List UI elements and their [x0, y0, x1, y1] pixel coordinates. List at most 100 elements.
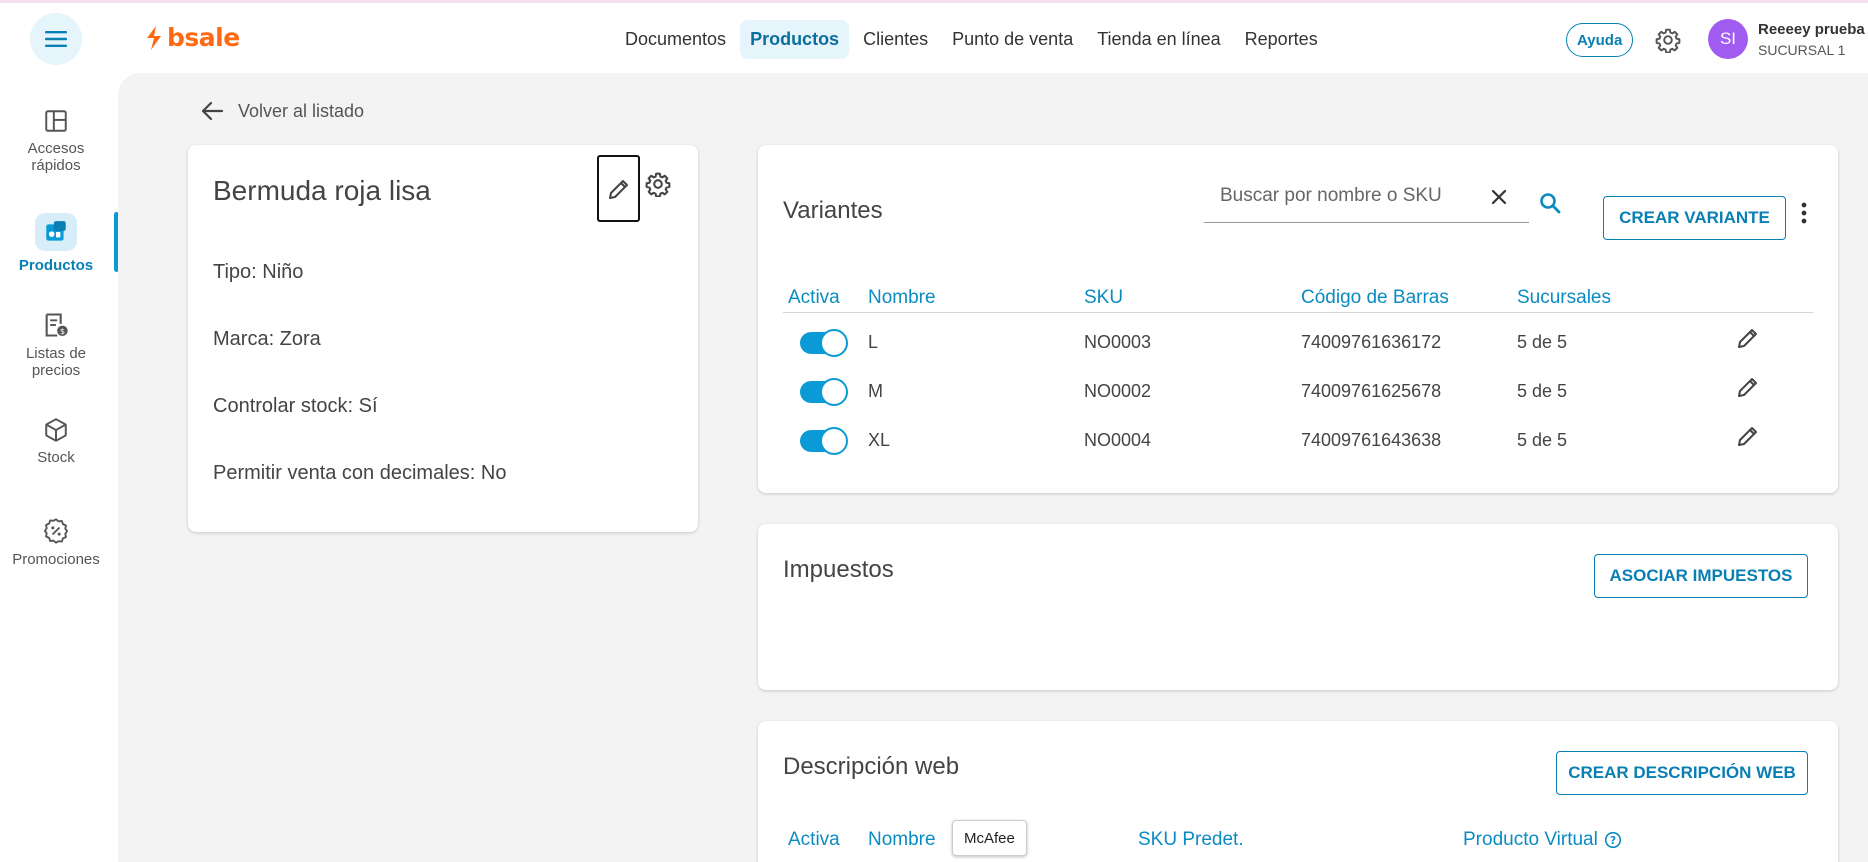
gear-icon: [1655, 28, 1681, 54]
edit-variant-button[interactable]: [1736, 424, 1760, 453]
close-icon: [1491, 189, 1507, 205]
dashboard-icon: [45, 110, 67, 132]
nav-productos[interactable]: Productos: [740, 20, 850, 59]
nav-documentos[interactable]: Documentos: [615, 20, 736, 59]
variant-active-toggle[interactable]: [800, 427, 848, 455]
main-nav: Documentos Productos Clientes Punto de v…: [615, 20, 1328, 59]
variant-barcode: 74009761625678: [1301, 381, 1442, 401]
variant-branches: 5 de 5: [1517, 381, 1568, 401]
product-title: Bermuda roja lisa: [213, 175, 431, 206]
product-decimal-sale: Permitir venta con decimales: No: [213, 462, 507, 484]
help-button[interactable]: Ayuda: [1566, 23, 1634, 57]
column-header-nombre: Nombre: [868, 287, 936, 308]
sidebar-item-accesos-rapidos[interactable]: Accesos rápidos: [0, 108, 112, 174]
edit-product-button[interactable]: [597, 155, 640, 222]
variants-more-button[interactable]: [1800, 201, 1808, 230]
variant-barcode: 74009761636172: [1301, 332, 1442, 352]
hamburger-icon: [45, 31, 67, 47]
sidebar-item-label: Promociones: [12, 551, 100, 568]
column-header-activa: Activa: [788, 287, 840, 308]
product-type: Tipo: Niño: [213, 261, 304, 283]
product-settings-button[interactable]: [645, 171, 671, 202]
variant-search: [1204, 173, 1529, 223]
sidebar: Accesos rápidos Productos $ Listas de pr…: [0, 73, 118, 862]
pencil-icon: [1738, 427, 1757, 446]
user-name[interactable]: Reeeey prueba: [1758, 21, 1865, 38]
variant-branches: 5 de 5: [1517, 430, 1568, 450]
nav-punto-de-venta[interactable]: Punto de venta: [942, 20, 1083, 59]
column-header-sku-predet: SKU Predet.: [1138, 829, 1244, 850]
sidebar-item-label: rápidos: [31, 157, 81, 174]
variant-active-toggle[interactable]: [800, 378, 848, 406]
svg-text:$: $: [60, 326, 65, 336]
column-header-codigo-barras: Código de Barras: [1301, 287, 1449, 308]
price-list-icon: $: [45, 313, 68, 337]
create-variant-button[interactable]: CREAR VARIANTE: [1603, 196, 1786, 240]
pencil-icon: [1738, 329, 1757, 348]
pencil-icon: [1738, 378, 1757, 397]
taxes-title: Impuestos: [783, 556, 894, 583]
create-web-description-button[interactable]: CREAR DESCRIPCIÓN WEB: [1556, 751, 1808, 795]
sidebar-item-label: Listas de: [25, 345, 87, 362]
svg-text:?: ?: [1610, 835, 1616, 847]
sidebar-item-promociones[interactable]: Promociones: [0, 517, 112, 568]
variant-sku: NO0002: [1084, 381, 1152, 401]
help-circle-icon[interactable]: ?: [1604, 831, 1622, 849]
menu-button[interactable]: [30, 13, 82, 65]
tooltip: McAfee: [952, 820, 1027, 856]
variant-name: M: [868, 381, 883, 401]
sidebar-item-label: Productos: [18, 257, 94, 274]
variant-search-input[interactable]: [1220, 185, 1450, 207]
variant-sku: NO0003: [1084, 332, 1152, 352]
variants-card: Variantes CREAR VARIANTE Activa Nombre S…: [758, 145, 1838, 493]
products-icon: [46, 221, 66, 241]
column-header-sku: SKU: [1084, 287, 1124, 308]
search-icon: [1540, 193, 1561, 214]
edit-variant-button[interactable]: [1736, 326, 1760, 355]
more-vertical-icon: [1801, 202, 1807, 224]
settings-button[interactable]: [1655, 27, 1681, 58]
variant-name: L: [868, 332, 879, 352]
search-button[interactable]: [1538, 191, 1562, 220]
pencil-icon: [608, 179, 628, 199]
arrow-left-icon: [201, 101, 224, 121]
avatar[interactable]: SI: [1708, 19, 1748, 59]
box-icon: [45, 418, 67, 442]
sidebar-item-label: Accesos: [27, 140, 85, 157]
clear-search-button[interactable]: [1489, 187, 1509, 212]
edit-variant-button[interactable]: [1736, 375, 1760, 404]
product-brand: Marca: Zora: [213, 328, 321, 350]
column-header-activa: Activa: [788, 829, 840, 850]
variant-barcode: 74009761643638: [1301, 430, 1442, 450]
web-description-card: Descripción web CREAR DESCRIPCIÓN WEB Ac…: [758, 721, 1838, 862]
bsale-logo-icon: [147, 25, 161, 50]
back-to-list-link[interactable]: Volver al listado: [200, 100, 364, 122]
variants-title: Variantes: [783, 197, 883, 224]
taxes-card: Impuestos ASOCIAR IMPUESTOS: [758, 524, 1838, 690]
sidebar-item-label: precios: [31, 362, 81, 379]
nav-clientes[interactable]: Clientes: [853, 20, 938, 59]
back-label: Volver al listado: [238, 100, 365, 121]
sidebar-item-stock[interactable]: Stock: [0, 417, 112, 466]
sidebar-item-productos[interactable]: Productos: [0, 213, 112, 274]
web-description-title: Descripción web: [783, 753, 960, 780]
variant-sku: NO0004: [1084, 430, 1152, 450]
product-info-card: Bermuda roja lisa Tipo: Niño Marca: Zora…: [188, 145, 698, 532]
column-header-nombre: Nombre: [868, 829, 936, 850]
table-header-divider: [783, 312, 1813, 313]
associate-taxes-button[interactable]: ASOCIAR IMPUESTOS: [1594, 554, 1808, 598]
nav-reportes[interactable]: Reportes: [1235, 20, 1328, 59]
variant-name: XL: [868, 430, 891, 450]
brand-name: bsale: [167, 23, 240, 52]
nav-tienda-en-linea[interactable]: Tienda en línea: [1087, 20, 1230, 59]
column-header-label: Producto Virtual: [1463, 829, 1598, 850]
user-branch[interactable]: SUCURSAL 1: [1758, 42, 1845, 58]
brand-logo[interactable]: bsale: [145, 23, 240, 52]
product-stock-control: Controlar stock: Sí: [213, 395, 378, 417]
gear-icon: [645, 172, 671, 198]
column-header-sucursales: Sucursales: [1517, 287, 1611, 308]
variant-active-toggle[interactable]: [800, 329, 848, 357]
column-header-producto-virtual: Producto Virtual ?: [1463, 829, 1622, 851]
sidebar-item-listas-de-precios[interactable]: $ Listas de precios: [0, 311, 112, 379]
discount-icon: [43, 518, 69, 544]
